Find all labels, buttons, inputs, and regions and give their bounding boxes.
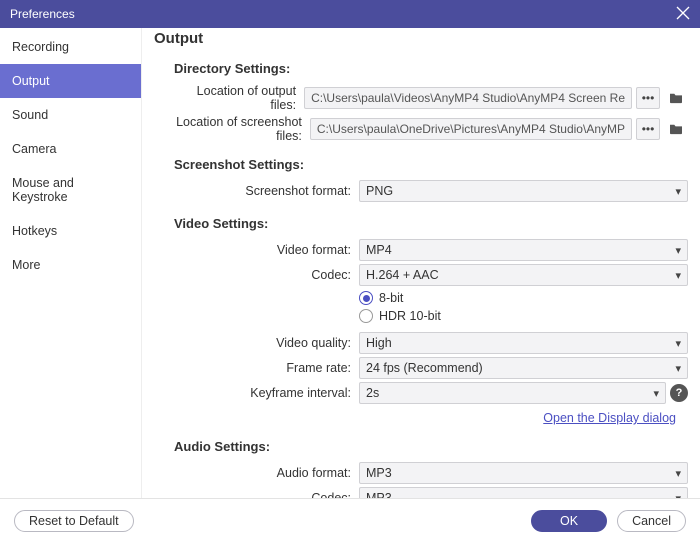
radio-label: HDR 10-bit bbox=[379, 309, 441, 323]
radio-8bit[interactable]: 8-bit bbox=[359, 291, 441, 305]
chevron-down-icon: ▾ bbox=[675, 244, 681, 257]
open-display-dialog-link[interactable]: Open the Display dialog bbox=[543, 411, 676, 425]
label-audio-format: Audio format: bbox=[174, 466, 359, 480]
select-value: MP4 bbox=[366, 243, 392, 257]
label-screenshot-location: Location of screenshot files: bbox=[174, 115, 310, 143]
footer: Reset to Default OK Cancel bbox=[0, 498, 700, 542]
sidebar-item-more[interactable]: More bbox=[0, 248, 141, 282]
cancel-button[interactable]: Cancel bbox=[617, 510, 686, 532]
sidebar-item-camera[interactable]: Camera bbox=[0, 132, 141, 166]
open-screenshot-folder-button[interactable] bbox=[664, 118, 688, 140]
chevron-down-icon: ▾ bbox=[675, 337, 681, 350]
section-screenshot: Screenshot Settings: bbox=[174, 157, 688, 172]
chevron-down-icon: ▾ bbox=[675, 362, 681, 375]
page-title: Output bbox=[154, 30, 688, 47]
select-value: MP3 bbox=[366, 491, 392, 498]
select-video-format[interactable]: MP4 ▾ bbox=[359, 239, 688, 261]
browse-output-button[interactable]: ••• bbox=[636, 87, 660, 109]
sidebar-item-mouse-keystroke[interactable]: Mouse and Keystroke bbox=[0, 166, 141, 214]
folder-icon bbox=[669, 123, 683, 135]
sidebar-item-output[interactable]: Output bbox=[0, 64, 141, 98]
section-directory: Directory Settings: bbox=[174, 61, 688, 76]
label-frame-rate: Frame rate: bbox=[174, 361, 359, 375]
label-video-quality: Video quality: bbox=[174, 336, 359, 350]
chevron-down-icon: ▾ bbox=[675, 269, 681, 282]
select-value: High bbox=[366, 336, 392, 350]
select-screenshot-format[interactable]: PNG ▾ bbox=[359, 180, 688, 202]
label-output-location: Location of output files: bbox=[174, 84, 304, 112]
browse-screenshot-button[interactable]: ••• bbox=[636, 118, 660, 140]
select-video-quality[interactable]: High ▾ bbox=[359, 332, 688, 354]
radio-icon bbox=[359, 309, 373, 323]
reset-button[interactable]: Reset to Default bbox=[14, 510, 134, 532]
chevron-down-icon: ▾ bbox=[675, 467, 681, 480]
sidebar-item-sound[interactable]: Sound bbox=[0, 98, 141, 132]
label-video-codec: Codec: bbox=[174, 268, 359, 282]
select-keyframe-interval[interactable]: 2s ▾ bbox=[359, 382, 666, 404]
close-icon[interactable] bbox=[676, 4, 690, 25]
select-value: 24 fps (Recommend) bbox=[366, 361, 483, 375]
sidebar-item-hotkeys[interactable]: Hotkeys bbox=[0, 214, 141, 248]
label-screenshot-format: Screenshot format: bbox=[174, 184, 359, 198]
main-panel: Output Directory Settings: Location of o… bbox=[142, 28, 700, 498]
sidebar: Recording Output Sound Camera Mouse and … bbox=[0, 28, 142, 498]
ok-button[interactable]: OK bbox=[531, 510, 607, 532]
dots-icon: ••• bbox=[642, 91, 655, 105]
radio-label: 8-bit bbox=[379, 291, 403, 305]
dots-icon: ••• bbox=[642, 122, 655, 136]
titlebar: Preferences bbox=[0, 0, 700, 28]
select-value: MP3 bbox=[366, 466, 392, 480]
bit-depth-group: 8-bit HDR 10-bit bbox=[359, 289, 441, 329]
select-value: 2s bbox=[366, 386, 379, 400]
select-audio-format[interactable]: MP3 ▾ bbox=[359, 462, 688, 484]
select-value: H.264 + AAC bbox=[366, 268, 439, 282]
help-icon[interactable]: ? bbox=[670, 384, 688, 402]
select-audio-codec[interactable]: MP3 ▾ bbox=[359, 487, 688, 498]
label-audio-codec: Codec: bbox=[174, 491, 359, 498]
folder-icon bbox=[669, 92, 683, 104]
label-keyframe-interval: Keyframe interval: bbox=[174, 386, 359, 400]
chevron-down-icon: ▾ bbox=[675, 185, 681, 198]
label-video-format: Video format: bbox=[174, 243, 359, 257]
select-value: PNG bbox=[366, 184, 393, 198]
radio-icon bbox=[359, 291, 373, 305]
select-video-codec[interactable]: H.264 + AAC ▾ bbox=[359, 264, 688, 286]
input-output-location[interactable]: C:\Users\paula\Videos\AnyMP4 Studio\AnyM… bbox=[304, 87, 632, 109]
select-frame-rate[interactable]: 24 fps (Recommend) ▾ bbox=[359, 357, 688, 379]
window-title: Preferences bbox=[10, 7, 75, 21]
sidebar-item-recording[interactable]: Recording bbox=[0, 30, 141, 64]
open-output-folder-button[interactable] bbox=[664, 87, 688, 109]
radio-hdr10[interactable]: HDR 10-bit bbox=[359, 309, 441, 323]
input-screenshot-location[interactable]: C:\Users\paula\OneDrive\Pictures\AnyMP4 … bbox=[310, 118, 632, 140]
section-video: Video Settings: bbox=[174, 216, 688, 231]
chevron-down-icon: ▾ bbox=[675, 492, 681, 499]
section-audio: Audio Settings: bbox=[174, 439, 688, 454]
chevron-down-icon: ▾ bbox=[653, 387, 659, 400]
